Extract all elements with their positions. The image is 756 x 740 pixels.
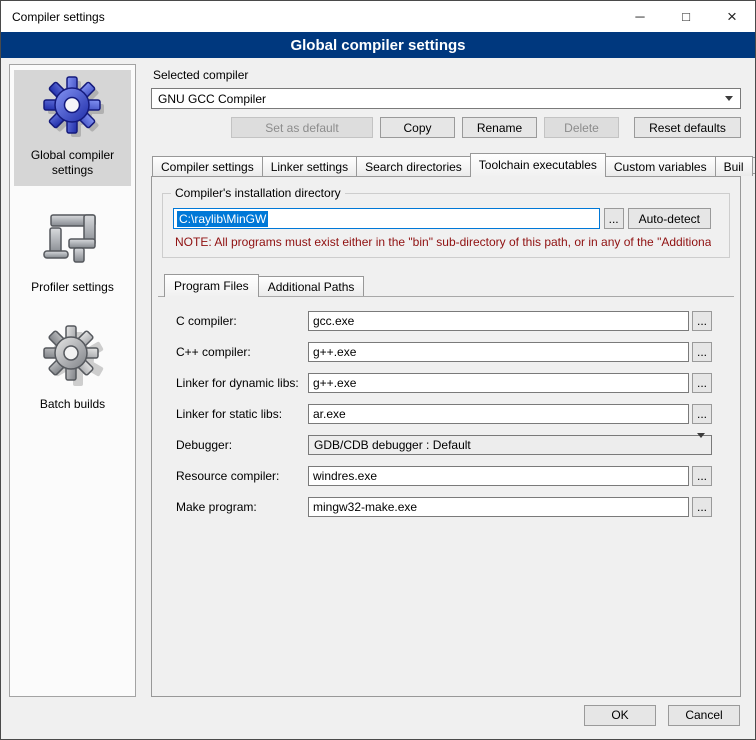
sidebar-item-global-compiler-settings[interactable]: Global compiler settings	[14, 70, 131, 186]
gear-gray-icon	[41, 325, 105, 389]
dialog-content: Global compiler settings	[1, 58, 755, 699]
cpp-compiler-label: C++ compiler:	[176, 345, 308, 359]
tab-scroll-buttons: ◄ ►	[752, 157, 756, 174]
field-row-linker-static: Linker for static libs: ...	[176, 404, 712, 424]
bin-subdirectory-note: NOTE: All programs must exist either in …	[175, 235, 711, 249]
selected-compiler-dropdown[interactable]: GNU GCC Compiler	[151, 88, 741, 109]
sidebar-item-profiler-settings[interactable]: Profiler settings	[14, 202, 131, 303]
cpp-compiler-browse-button[interactable]: ...	[692, 342, 712, 362]
delete-button[interactable]: Delete	[544, 117, 619, 138]
debugger-label: Debugger:	[176, 438, 308, 452]
resource-compiler-label: Resource compiler:	[176, 469, 308, 483]
dialog-footer: OK Cancel	[1, 699, 755, 739]
cpp-compiler-input[interactable]	[308, 342, 689, 362]
installation-directory-group: Compiler's installation directory C:\ray…	[162, 193, 730, 258]
sidebar: Global compiler settings	[9, 64, 136, 697]
field-row-linker-dynamic: Linker for dynamic libs: ...	[176, 373, 712, 393]
install-dir-input[interactable]: C:\raylib\MinGW	[173, 208, 600, 229]
program-files-subtabs: Program Files Additional Paths	[164, 274, 734, 296]
minimize-button[interactable]: ─	[617, 1, 663, 32]
ok-button[interactable]: OK	[584, 705, 656, 726]
c-compiler-label: C compiler:	[176, 314, 308, 328]
tab-search-directories[interactable]: Search directories	[356, 156, 471, 176]
debugger-value: GDB/CDB debugger : Default	[314, 438, 697, 452]
cancel-button[interactable]: Cancel	[668, 705, 740, 726]
maximize-icon: □	[682, 9, 690, 24]
debugger-select[interactable]: GDB/CDB debugger : Default	[308, 435, 712, 455]
caption-buttons: ─ □ ×	[617, 1, 755, 32]
main-panel: Selected compiler GNU GCC Compiler Set a…	[147, 64, 747, 697]
sidebar-item-label: Batch builds	[40, 397, 105, 412]
selected-compiler-label: Selected compiler	[153, 68, 741, 82]
copy-button[interactable]: Copy	[380, 117, 455, 138]
rename-button[interactable]: Rename	[462, 117, 537, 138]
auto-detect-button[interactable]: Auto-detect	[628, 208, 711, 229]
field-row-cpp-compiler: C++ compiler: ...	[176, 342, 712, 362]
tab-strip: Compiler settings Linker settings Search…	[151, 153, 741, 176]
tab-build-options-truncated[interactable]: Buil	[715, 156, 753, 176]
make-program-input[interactable]	[308, 497, 689, 517]
chevron-down-icon	[697, 438, 705, 452]
install-dir-browse-button[interactable]: ...	[604, 208, 624, 229]
make-program-browse-button[interactable]: ...	[692, 497, 712, 517]
compiler-settings-window: Compiler settings ─ □ × Global compiler …	[0, 0, 756, 740]
field-row-make-program: Make program: ...	[176, 497, 712, 517]
sidebar-item-label: Global compiler settings	[16, 148, 129, 178]
set-as-default-button[interactable]: Set as default	[231, 117, 373, 138]
sidebar-item-label: Profiler settings	[31, 280, 114, 295]
window-title: Compiler settings	[1, 10, 617, 24]
linker-dynamic-label: Linker for dynamic libs:	[176, 376, 308, 390]
toolchain-executables-panel: Compiler's installation directory C:\ray…	[151, 176, 741, 697]
selected-compiler-value: GNU GCC Compiler	[158, 92, 722, 106]
dialog-header: Global compiler settings	[1, 32, 755, 58]
installation-directory-row: C:\raylib\MinGW ... Auto-detect	[173, 208, 711, 229]
sidebar-item-batch-builds[interactable]: Batch builds	[14, 319, 131, 420]
installation-directory-group-title: Compiler's installation directory	[171, 186, 345, 200]
gear-blue-icon	[41, 76, 105, 140]
close-button[interactable]: ×	[709, 1, 755, 32]
profiler-icon	[41, 208, 105, 272]
tab-custom-variables[interactable]: Custom variables	[605, 156, 716, 176]
subtab-program-files[interactable]: Program Files	[164, 274, 259, 297]
tab-scroll-left-button[interactable]: ◄	[752, 157, 756, 174]
dialog-header-title: Global compiler settings	[290, 37, 465, 54]
field-row-resource-compiler: Resource compiler: ...	[176, 466, 712, 486]
linker-dynamic-browse-button[interactable]: ...	[692, 373, 712, 393]
compiler-action-buttons: Set as default Copy Rename Delete Reset …	[151, 117, 741, 138]
field-row-c-compiler: C compiler: ...	[176, 311, 712, 331]
install-dir-value: C:\raylib\MinGW	[177, 211, 268, 227]
field-row-debugger: Debugger: GDB/CDB debugger : Default	[176, 435, 712, 455]
linker-static-browse-button[interactable]: ...	[692, 404, 712, 424]
linker-dynamic-input[interactable]	[308, 373, 689, 393]
tab-compiler-settings[interactable]: Compiler settings	[152, 156, 263, 176]
tab-toolchain-executables[interactable]: Toolchain executables	[470, 153, 606, 177]
titlebar: Compiler settings ─ □ ×	[1, 1, 755, 32]
close-icon: ×	[727, 7, 737, 27]
chevron-down-icon	[722, 96, 736, 101]
tab-linker-settings[interactable]: Linker settings	[262, 156, 357, 176]
subtab-additional-paths[interactable]: Additional Paths	[258, 276, 365, 296]
reset-defaults-button[interactable]: Reset defaults	[634, 117, 741, 138]
minimize-icon: ─	[635, 9, 644, 24]
program-files-fields: C compiler: ... C++ compiler: ... Linker…	[158, 296, 734, 517]
c-compiler-browse-button[interactable]: ...	[692, 311, 712, 331]
make-program-label: Make program:	[176, 500, 308, 514]
resource-compiler-input[interactable]	[308, 466, 689, 486]
maximize-button[interactable]: □	[663, 1, 709, 32]
linker-static-input[interactable]	[308, 404, 689, 424]
linker-static-label: Linker for static libs:	[176, 407, 308, 421]
c-compiler-input[interactable]	[308, 311, 689, 331]
resource-compiler-browse-button[interactable]: ...	[692, 466, 712, 486]
